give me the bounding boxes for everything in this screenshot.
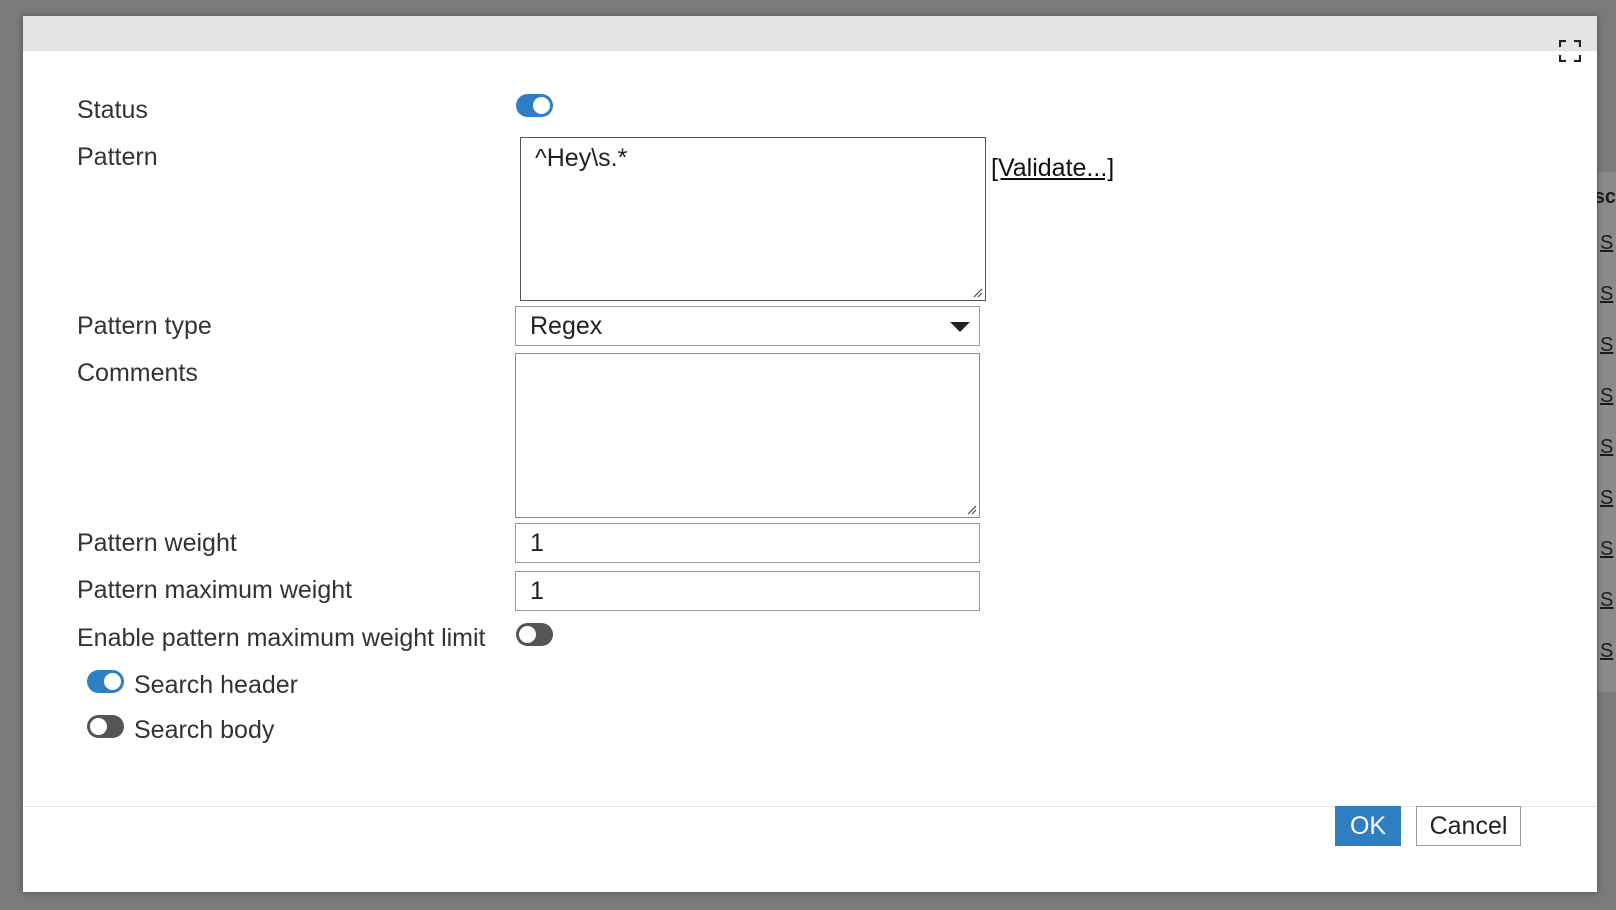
toggle-knob xyxy=(104,673,121,690)
toggle-knob xyxy=(519,626,536,643)
pattern-textarea[interactable]: ^Hey\s.* xyxy=(520,137,986,301)
background-link: S xyxy=(1600,487,1614,509)
toggle-knob xyxy=(90,718,107,735)
search-header-toggle[interactable] xyxy=(87,670,124,693)
pattern-max-weight-label: Pattern maximum weight xyxy=(77,576,353,604)
pattern-weight-input[interactable]: 1 xyxy=(515,523,980,563)
ok-button[interactable]: OK xyxy=(1335,806,1401,846)
pattern-max-weight-input[interactable]: 1 xyxy=(515,571,980,611)
search-body-toggle[interactable] xyxy=(87,715,124,738)
pattern-type-label: Pattern type xyxy=(77,312,212,340)
dialog-titlebar xyxy=(23,16,1597,51)
pattern-value: ^Hey\s.* xyxy=(535,144,628,172)
comments-textarea[interactable] xyxy=(515,353,980,518)
pattern-weight-label: Pattern weight xyxy=(77,529,237,557)
toggle-knob xyxy=(533,97,550,114)
resize-handle-icon[interactable] xyxy=(965,503,977,515)
background-link: S xyxy=(1600,538,1614,560)
background-link: S xyxy=(1600,640,1614,662)
chevron-down-icon xyxy=(950,322,970,332)
status-label: Status xyxy=(77,96,148,124)
edit-pattern-dialog: Status Pattern ^Hey\s.* [Validate...] Pa… xyxy=(23,16,1597,892)
background-link: S xyxy=(1600,436,1614,458)
maximize-icon[interactable] xyxy=(1559,40,1581,62)
background-link: S xyxy=(1600,589,1614,611)
enable-max-weight-limit-label: Enable pattern maximum weight limit xyxy=(77,624,486,652)
search-header-label: Search header xyxy=(134,671,299,699)
background-column-header: sc xyxy=(1593,186,1616,208)
background-link: S xyxy=(1600,283,1614,305)
cancel-button[interactable]: Cancel xyxy=(1416,806,1521,846)
comments-label: Comments xyxy=(77,359,198,387)
pattern-label: Pattern xyxy=(77,143,158,171)
status-toggle[interactable] xyxy=(516,94,553,117)
background-link: S xyxy=(1600,385,1614,407)
pattern-type-select[interactable]: Regex xyxy=(515,306,980,346)
validate-link[interactable]: [Validate...] xyxy=(991,154,1114,183)
background-link: S xyxy=(1600,232,1614,254)
resize-handle-icon[interactable] xyxy=(971,286,983,298)
pattern-type-value: Regex xyxy=(530,312,603,340)
background-link: S xyxy=(1600,334,1614,356)
search-body-label: Search body xyxy=(134,716,275,744)
enable-max-weight-limit-toggle[interactable] xyxy=(516,623,553,646)
